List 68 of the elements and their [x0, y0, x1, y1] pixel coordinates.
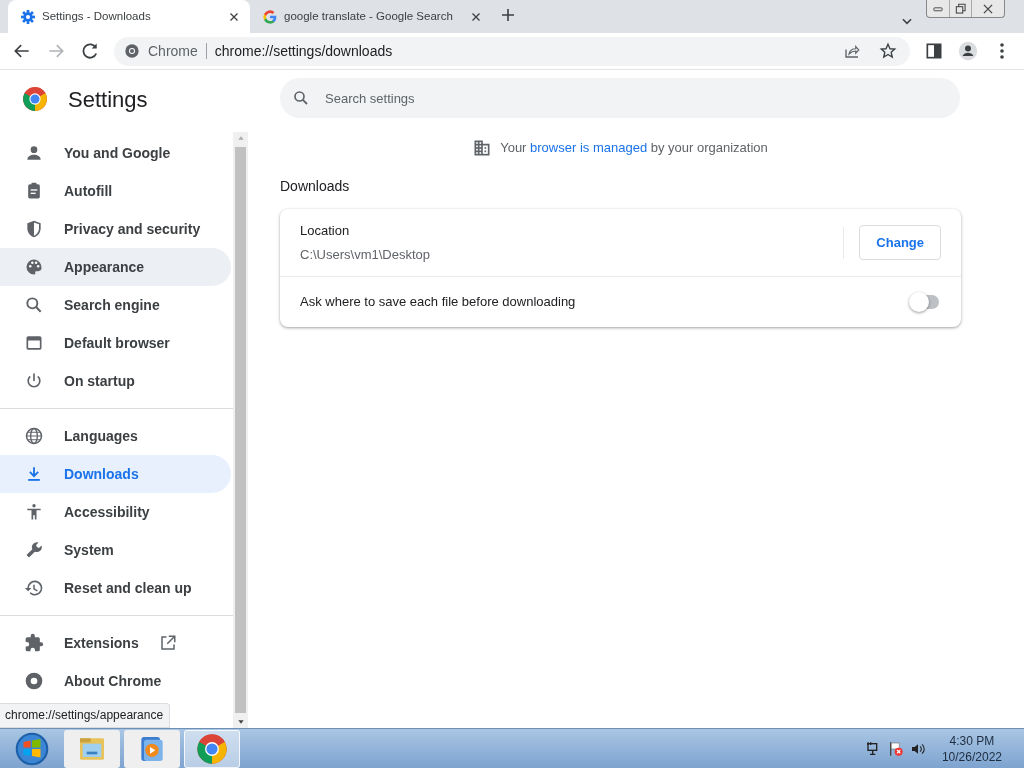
down-arrow-icon [236, 718, 245, 726]
site-label: Chrome [148, 41, 198, 61]
browser-tab[interactable]: Settings - Downloads [8, 0, 250, 33]
status-tooltip: chrome://settings/appearance [0, 703, 171, 728]
sidebar-item[interactable]: Extensions [0, 624, 231, 662]
reload-icon [80, 41, 100, 61]
restore-icon [953, 1, 968, 16]
avatar-icon [958, 41, 978, 61]
sidebar-item[interactable]: You and Google [0, 134, 231, 172]
clock-date: 10/26/2022 [941, 748, 1002, 765]
plus-icon [500, 6, 516, 23]
tab-title: google translate - Google Search [284, 8, 454, 24]
building-icon [472, 138, 493, 158]
close-icon [470, 10, 482, 23]
sidebar-item[interactable]: Autofill [0, 172, 231, 210]
close-icon [228, 10, 240, 23]
url-text: chrome://settings/downloads [214, 41, 394, 61]
section-title: Downloads [280, 177, 350, 196]
clock-time: 4:30 PM [948, 732, 996, 749]
more-vertical-icon [1000, 43, 1004, 59]
chrome-logo-icon [22, 86, 48, 112]
wrench-icon [24, 540, 44, 560]
google-g-icon [262, 8, 278, 25]
share-icon [843, 42, 861, 60]
shield-icon [24, 219, 44, 239]
sidebar-item[interactable]: Languages [0, 417, 231, 455]
chrome-icon [196, 732, 228, 765]
up-arrow-icon [236, 134, 245, 142]
side-panel-icon [924, 41, 944, 61]
taskbar-app[interactable] [184, 729, 240, 768]
search-icon [24, 295, 44, 315]
chrome-icon [24, 671, 44, 691]
windows-orb-icon [15, 731, 49, 766]
setting-label: Ask where to save each file before downloading [300, 293, 576, 311]
sidebar-item[interactable]: About Chrome [0, 662, 231, 700]
accessibility-icon [24, 502, 44, 522]
sidebar-item[interactable]: System [0, 531, 231, 569]
scrollbar-thumb[interactable] [235, 147, 246, 713]
sidebar-item[interactable]: Accessibility [0, 493, 231, 531]
taskbar-app[interactable] [124, 729, 180, 768]
search-field[interactable]: Search settings [280, 78, 960, 118]
managed-link[interactable]: browser is managed [530, 140, 648, 156]
chrome-icon [124, 43, 140, 59]
tab-title: Settings - Downloads [42, 8, 152, 24]
browser-window-icon [24, 333, 44, 353]
sidebar-item[interactable]: Default browser [0, 324, 231, 362]
gear-icon [20, 8, 36, 25]
puzzle-icon [24, 633, 44, 653]
person-icon [24, 143, 44, 163]
sidebar-item[interactable]: Privacy and security [0, 210, 231, 248]
sidebar-item[interactable]: On startup [0, 362, 231, 400]
sidebar-item[interactable]: Reset and clean up [0, 569, 231, 607]
globe-icon [24, 426, 44, 446]
browser-tab[interactable]: google translate - Google Search [250, 0, 492, 33]
flag-error-icon [887, 740, 904, 757]
address-bar[interactable]: Chrome chrome://settings/downloads [114, 36, 910, 66]
settings-title: Settings [68, 85, 148, 114]
sidebar-item[interactable]: Downloads [0, 455, 231, 493]
palette-icon [24, 257, 44, 277]
setting-label: Location [300, 222, 351, 240]
star-icon [879, 42, 897, 60]
history-icon [24, 578, 44, 598]
sidebar-item[interactable]: Search engine [0, 286, 231, 324]
location-path: C:\Users\vm1\Desktop [300, 245, 432, 264]
sidebar-item[interactable]: Appearance [0, 248, 231, 286]
scrollbar[interactable] [233, 132, 248, 728]
managed-notice: Your browser is managed by your organization [500, 139, 768, 158]
change-button[interactable]: Change [859, 224, 941, 261]
